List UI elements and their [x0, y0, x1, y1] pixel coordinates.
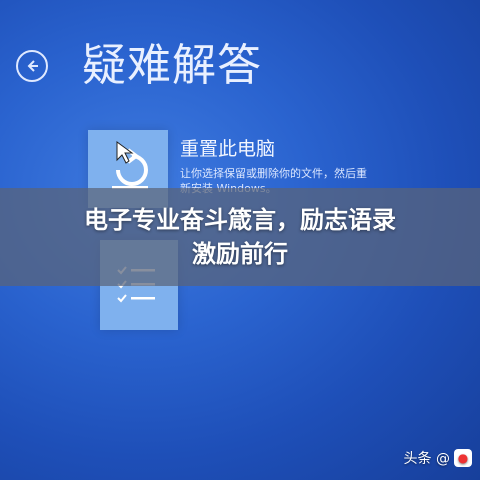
reset-pc-title[interactable]: 重置此电脑 [180, 137, 275, 161]
mouse-cursor-icon [116, 141, 134, 164]
watermark-text: 头条 @ [403, 451, 450, 467]
reset-pc-description-line1: 让你选择保留或删除你的文件，然后重 [180, 167, 367, 180]
watermark: 头条 @ ● [404, 446, 472, 470]
watermark-logo-icon: ● [454, 449, 472, 467]
back-button[interactable] [16, 50, 48, 82]
back-arrow-icon [27, 60, 38, 72]
page-title: 疑难解答 [82, 40, 262, 91]
headline-banner: 电子专业奋斗箴言，励志语录 激励前行 [0, 188, 480, 286]
headline-line1: 电子专业奋斗箴言，励志语录 [84, 206, 396, 234]
headline-line2: 激励前行 [192, 240, 288, 268]
